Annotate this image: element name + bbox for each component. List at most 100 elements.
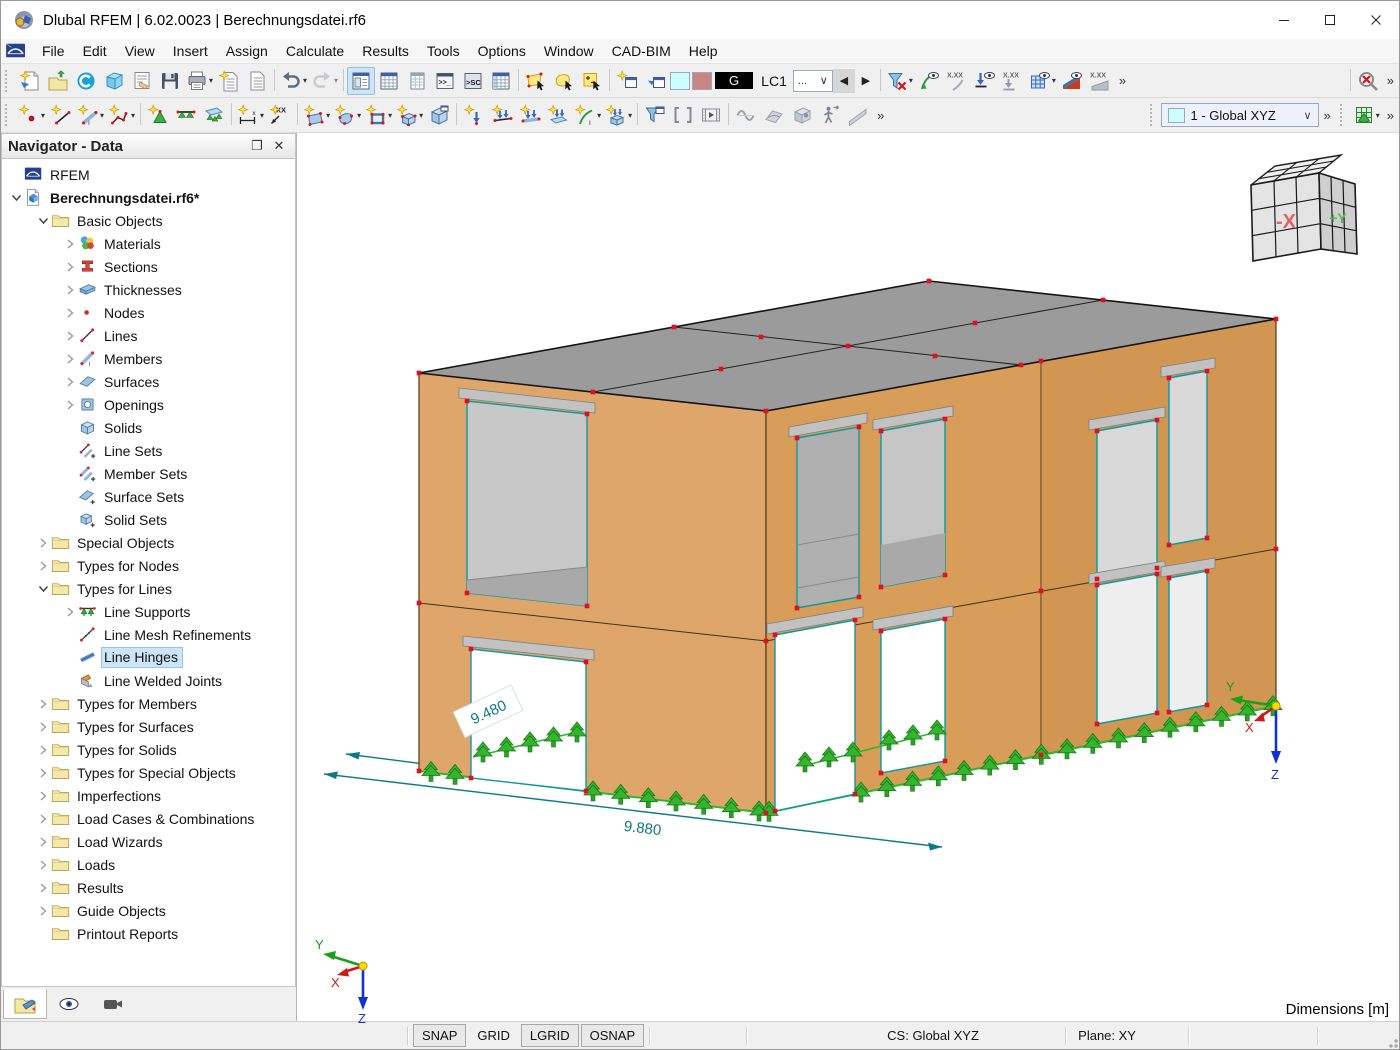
- chevron-collapsed-icon[interactable]: [35, 905, 51, 916]
- new-visibility-button[interactable]: [613, 67, 641, 95]
- save-button[interactable]: [156, 67, 184, 95]
- dropdown-caret-icon[interactable]: ▾: [131, 111, 135, 120]
- tree-item-thicknesses[interactable]: Thicknesses: [2, 278, 295, 301]
- tree-item-imperfections[interactable]: Imperfections: [2, 784, 295, 807]
- new-member-load-button[interactable]: [516, 101, 544, 129]
- show-support-values-button[interactable]: X.XX: [999, 67, 1027, 95]
- tree-item-surfaces[interactable]: Surfaces: [2, 370, 295, 393]
- menu-edit[interactable]: Edit: [74, 41, 116, 61]
- tree-item-printout-reports[interactable]: Printout Reports: [2, 922, 295, 945]
- dropdown-caret-icon[interactable]: ▾: [334, 76, 338, 85]
- chevron-expanded-icon[interactable]: [35, 583, 51, 594]
- tree-item-load-wizards[interactable]: Load Wizards: [2, 830, 295, 853]
- tree-item-materials[interactable]: Materials: [2, 232, 295, 255]
- status-toggle-grid[interactable]: GRID: [468, 1024, 519, 1047]
- script-console-button[interactable]: >SC: [459, 67, 487, 95]
- show-results-button[interactable]: [1058, 67, 1086, 95]
- tree-item-lines[interactable]: Lines: [2, 324, 295, 347]
- tab-data-navigator[interactable]: [3, 989, 47, 1019]
- tree-item-berechnungsdatei-rf6[interactable]: Berechnungsdatei.rf6*: [2, 186, 295, 209]
- menu-view[interactable]: View: [116, 41, 164, 61]
- chevron-collapsed-icon[interactable]: [35, 790, 51, 801]
- redo-button[interactable]: ▾: [309, 67, 340, 95]
- chevron-collapsed-icon[interactable]: [35, 698, 51, 709]
- menu-calculate[interactable]: Calculate: [277, 41, 353, 61]
- dropdown-caret-icon[interactable]: ▾: [326, 111, 330, 120]
- menu-insert[interactable]: Insert: [164, 41, 217, 61]
- previous-load-case-button[interactable]: ◀: [832, 68, 855, 93]
- load-category-chip[interactable]: G: [715, 72, 754, 89]
- new-dimension-xx-button[interactable]: XX: [266, 101, 294, 129]
- new-node-button[interactable]: ▾: [16, 101, 47, 129]
- toolbar-grip[interactable]: [5, 69, 13, 92]
- result-tables-button[interactable]: [487, 67, 515, 95]
- filter-panel-button[interactable]: [641, 101, 669, 129]
- tree-item-rfem[interactable]: RFEM: [2, 163, 295, 186]
- console-button[interactable]: >>_: [431, 67, 459, 95]
- tree-item-types-for-nodes[interactable]: Types for Nodes: [2, 554, 295, 577]
- open-file-button[interactable]: [44, 67, 72, 95]
- navigation-cube[interactable]: -X +Y: [1250, 153, 1358, 262]
- show-load-values-button[interactable]: X.XX: [943, 67, 971, 95]
- new-surface-button[interactable]: ▾: [301, 101, 332, 129]
- chevron-collapsed-icon[interactable]: [62, 399, 78, 410]
- toolbar-overflow-chevron[interactable]: »: [1382, 108, 1399, 123]
- tree-item-types-for-lines[interactable]: Types for Lines: [2, 577, 295, 600]
- chevron-collapsed-icon[interactable]: [35, 560, 51, 571]
- new-printout-report-button[interactable]: [215, 67, 243, 95]
- clipping-planes-button[interactable]: [669, 101, 697, 129]
- chevron-collapsed-icon[interactable]: [62, 261, 78, 272]
- print-button[interactable]: ▾: [184, 67, 215, 95]
- tree-item-member-sets[interactable]: Member Sets: [2, 462, 295, 485]
- status-toggle-snap[interactable]: SNAP: [413, 1024, 467, 1047]
- menu-options[interactable]: Options: [469, 41, 535, 61]
- new-line-support-button[interactable]: [172, 101, 200, 129]
- chevron-collapsed-icon[interactable]: [35, 836, 51, 847]
- tree-item-surface-sets[interactable]: Surface Sets: [2, 485, 295, 508]
- new-free-line-load-button[interactable]: I ▾: [572, 101, 603, 129]
- float-panel-icon[interactable]: ❐: [247, 138, 267, 154]
- status-toggle-lgrid[interactable]: LGRID: [520, 1024, 579, 1047]
- chevron-collapsed-icon[interactable]: [35, 537, 51, 548]
- 3d-viewport[interactable]: 9.480 9.880 Y X Z Y X Z -X +Y Dimensions…: [297, 133, 1399, 1023]
- tree-item-guide-objects[interactable]: Guide Objects: [2, 899, 295, 922]
- open-model-button[interactable]: [100, 67, 128, 95]
- tree-item-types-for-surfaces[interactable]: Types for Surfaces: [2, 715, 295, 738]
- tables-button[interactable]: [375, 67, 403, 95]
- chevron-collapsed-icon[interactable]: [62, 238, 78, 249]
- chevron-collapsed-icon[interactable]: [62, 307, 78, 318]
- chevron-collapsed-icon[interactable]: [62, 376, 78, 387]
- toolbar-overflow-chevron[interactable]: »: [1114, 73, 1131, 88]
- tree-item-types-for-members[interactable]: Types for Members: [2, 692, 295, 715]
- chevron-collapsed-icon[interactable]: [35, 721, 51, 732]
- dropdown-caret-icon[interactable]: ▾: [100, 111, 104, 120]
- menu-tools[interactable]: Tools: [418, 41, 469, 61]
- visibility-by-window-button[interactable]: [641, 67, 669, 95]
- chevron-collapsed-icon[interactable]: [62, 330, 78, 341]
- minimize-button[interactable]: [1261, 1, 1307, 39]
- tab-visibility-navigator[interactable]: [91, 989, 135, 1019]
- new-surface-load-button[interactable]: [544, 101, 572, 129]
- new-line-button[interactable]: [47, 101, 75, 129]
- select-window-button[interactable]: [522, 67, 550, 95]
- load-case-label[interactable]: LC1: [755, 73, 793, 89]
- menu-file[interactable]: File: [33, 41, 74, 61]
- new-project-button[interactable]: [16, 67, 44, 95]
- new-member-button[interactable]: I ▾: [75, 101, 106, 129]
- select-add-remove-button[interactable]: [578, 67, 606, 95]
- new-line-load-button[interactable]: [488, 101, 516, 129]
- new-nodal-support-button[interactable]: [144, 101, 172, 129]
- dropdown-caret-icon[interactable]: ▾: [1052, 76, 1056, 85]
- close-button[interactable]: [1353, 1, 1399, 39]
- chevron-collapsed-icon[interactable]: [35, 767, 51, 778]
- toolbar-overflow-chevron[interactable]: »: [1382, 73, 1399, 88]
- new-solid-button[interactable]: ▾: [394, 101, 425, 129]
- new-solid-load-button[interactable]: ▾: [603, 101, 634, 129]
- tree-item-solid-sets[interactable]: Solid Sets: [2, 508, 295, 531]
- dropdown-caret-icon[interactable]: ▾: [1376, 111, 1380, 120]
- chevron-collapsed-icon[interactable]: [62, 284, 78, 295]
- tree-item-loads[interactable]: Loads: [2, 853, 295, 876]
- tree-item-line-hinges[interactable]: Line Hinges: [2, 646, 295, 669]
- close-panel-icon[interactable]: ✕: [269, 138, 289, 154]
- tree-item-basic-objects[interactable]: Basic Objects: [2, 209, 295, 232]
